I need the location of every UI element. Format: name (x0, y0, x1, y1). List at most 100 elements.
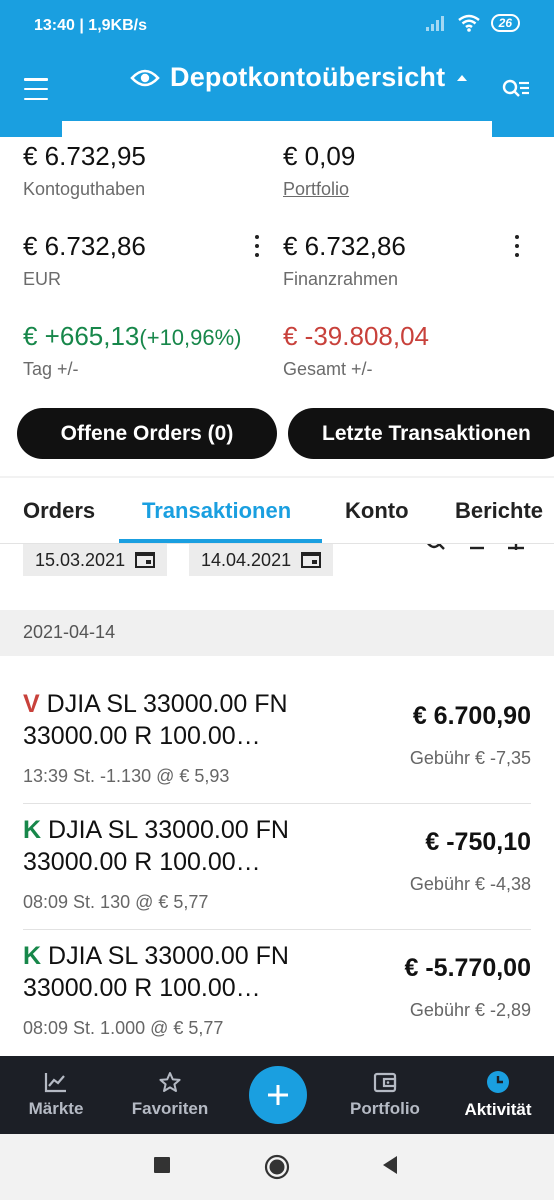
chart-icon (44, 1073, 66, 1093)
transaction-name: DJIA SL 33000.00 FN 33000.00 R 100.00… (23, 942, 289, 1002)
stat-tag: € +665,13(+10,96%) Tag +/- (23, 321, 242, 380)
clock-icon (487, 1071, 509, 1093)
stat-label: Tag +/- (23, 359, 79, 379)
transaction-row[interactable]: K DJIA SL 33000.00 FN 33000.00 R 100.00…… (23, 940, 531, 1056)
back-button[interactable] (381, 1155, 399, 1175)
stat-label: Finanzrahmen (283, 269, 399, 289)
transaction-row[interactable]: V DJIA SL 33000.00 FN 33000.00 R 100.00…… (23, 688, 531, 814)
stat-label: EUR (23, 269, 62, 289)
kebab-dot (255, 253, 259, 257)
kebab-dot (515, 235, 519, 239)
transaction-amount: € 6.700,90 (412, 702, 531, 730)
account-overview-selector[interactable]: Depotkontoübersicht (130, 62, 469, 93)
divider (23, 803, 531, 804)
wifi-icon (457, 14, 480, 32)
home-button[interactable] (264, 1154, 290, 1180)
add-button[interactable] (249, 1066, 307, 1124)
transaction-title: K DJIA SL 33000.00 FN 33000.00 R 100.00… (23, 814, 343, 878)
menu-button[interactable] (24, 78, 48, 100)
stat-value: € -39.808,04 (283, 321, 430, 351)
tab-konto[interactable]: Konto (345, 498, 409, 524)
download-icon[interactable] (467, 544, 487, 550)
tag-value: € +665,13 (23, 321, 140, 351)
stat-label: Gesamt +/- (283, 359, 373, 379)
signal-icon (425, 16, 444, 31)
transaction-type: K (23, 942, 42, 970)
kebab-dot (515, 244, 519, 248)
stat-value: € 6.732,86 (23, 231, 146, 261)
plus-icon (268, 1085, 288, 1105)
sort-icon[interactable] (506, 544, 526, 550)
system-navigation-bar (0, 1134, 554, 1200)
stat-portfolio: € 0,09 Portfolio (283, 141, 355, 200)
finanzrahmen-more-button[interactable] (512, 235, 522, 257)
calendar-icon (135, 552, 156, 568)
divider (23, 929, 531, 930)
tab-bar: Orders Transaktionen Konto Berichte (0, 478, 554, 544)
transaction-title: K DJIA SL 33000.00 FN 33000.00 R 100.00… (23, 940, 343, 1004)
nav-favoriten[interactable]: Favoriten (115, 1056, 225, 1134)
nav-label: Portfolio (350, 1099, 420, 1118)
status-icons: 26 (425, 14, 520, 32)
header-notch (492, 121, 554, 137)
kebab-dot (255, 244, 259, 248)
stat-finanzrahmen: € 6.732,86 Finanzrahmen (283, 231, 406, 290)
transaction-fee: Gebühr € -2,89 (409, 1000, 531, 1020)
date-from-value: 15.03.2021 (35, 549, 126, 570)
star-icon (159, 1072, 181, 1092)
transaction-fee: Gebühr € -7,35 (409, 748, 531, 768)
calendar-icon (301, 552, 322, 568)
transaction-detail: 08:09 St. 1.000 @ € 5,77 (23, 1018, 224, 1038)
transaction-fee: Gebühr € -4,38 (409, 874, 531, 894)
active-tab-indicator (119, 539, 322, 543)
transaction-type: V (23, 690, 40, 718)
stat-value: € +665,13(+10,96%) (23, 321, 242, 352)
stat-value: € 0,09 (283, 141, 356, 171)
stat-eur: € 6.732,86 EUR (23, 231, 146, 290)
eye-icon (130, 69, 160, 86)
transaction-amount: € -5.770,00 (404, 954, 532, 982)
transaction-list: V DJIA SL 33000.00 FN 33000.00 R 100.00…… (0, 656, 554, 1056)
nav-label: Favoriten (131, 1099, 209, 1118)
recents-button[interactable] (153, 1156, 171, 1174)
filter-button[interactable] (502, 78, 530, 105)
eur-more-button[interactable] (252, 235, 262, 257)
battery-icon: 26 (490, 14, 520, 32)
nav-label: Märkte (28, 1099, 84, 1118)
stat-label: Kontoguthaben (23, 179, 146, 199)
letzte-transaktionen-button[interactable]: Letzte Transaktionen (288, 408, 554, 459)
date-filter-row: 15.03.2021 14.04.2021 (0, 544, 554, 610)
filter-list-icon (502, 79, 529, 97)
transaction-amount: € -750,10 (425, 828, 531, 856)
transaction-row[interactable]: K DJIA SL 33000.00 FN 33000.00 R 100.00…… (23, 814, 531, 940)
nav-label: Aktivität (464, 1100, 532, 1119)
date-to-field[interactable]: 14.04.2021 (189, 544, 334, 576)
search-icon[interactable] (425, 544, 445, 550)
caret-up-icon (457, 74, 468, 81)
transaction-detail: 08:09 St. 130 @ € 5,77 (23, 892, 209, 912)
nav-maerkte[interactable]: Märkte (1, 1056, 111, 1134)
nav-aktivitaet[interactable]: Aktivität (443, 1056, 553, 1134)
tab-berichte[interactable]: Berichte (455, 498, 543, 524)
date-to-value: 14.04.2021 (201, 549, 292, 570)
kebab-dot (255, 235, 259, 239)
status-bar: 13:40 | 1,9KB/s 26 (0, 0, 554, 52)
stat-kontoguthaben: € 6.732,95 Kontoguthaben (23, 141, 146, 200)
transaction-title: V DJIA SL 33000.00 FN 33000.00 R 100.00… (23, 688, 343, 752)
transaction-name: DJIA SL 33000.00 FN 33000.00 R 100.00… (23, 690, 288, 750)
portfolio-link[interactable]: Portfolio (283, 179, 355, 200)
stat-value: € 6.732,95 (23, 141, 146, 171)
kebab-dot (515, 253, 519, 257)
page-title: Depotkontoübersicht (170, 62, 446, 92)
status-time: 13:40 | 1,9KB/s (34, 17, 147, 34)
menu-icon-line (24, 87, 48, 91)
tab-orders[interactable]: Orders (23, 498, 95, 524)
header-notch (0, 121, 62, 137)
offene-orders-button[interactable]: Offene Orders (0) (17, 408, 277, 459)
app-bar: Depotkontoübersicht (0, 58, 554, 120)
menu-icon-line (24, 97, 48, 100)
tab-transaktionen[interactable]: Transaktionen (142, 498, 291, 524)
date-from-field[interactable]: 15.03.2021 (23, 544, 168, 576)
tag-percent: (+10,96%) (139, 325, 242, 350)
nav-portfolio[interactable]: Portfolio (330, 1056, 440, 1134)
